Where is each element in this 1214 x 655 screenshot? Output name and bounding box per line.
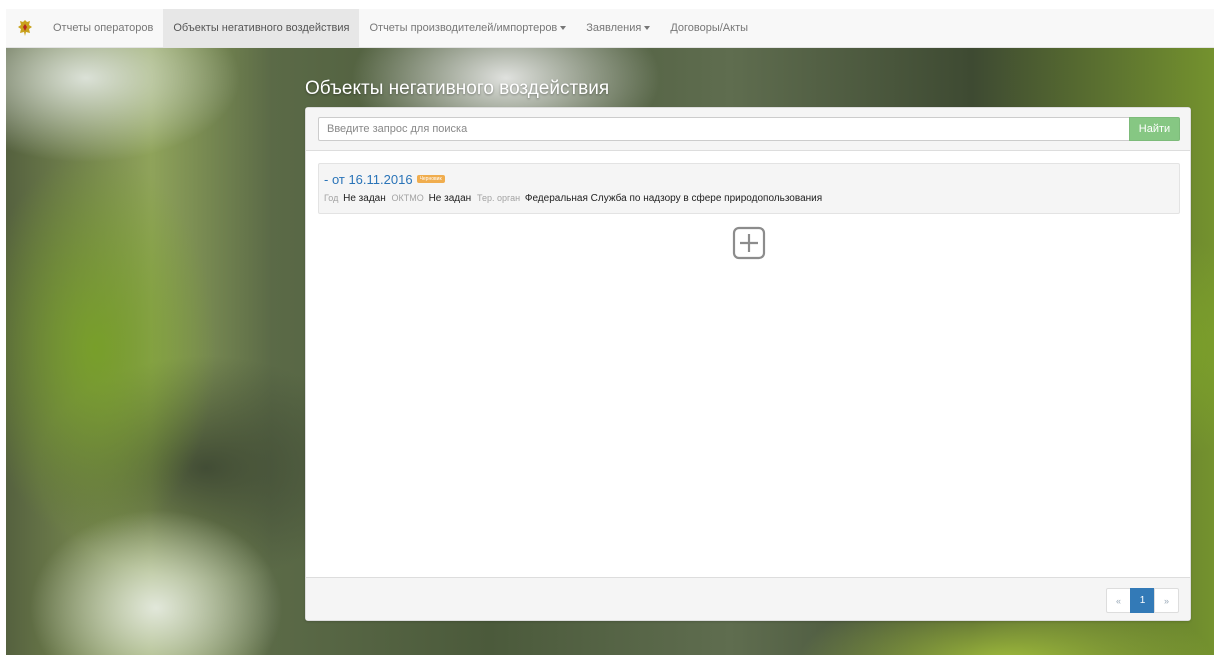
status-badge: Черновик — [416, 175, 445, 183]
year-label: Год — [324, 193, 339, 203]
chevron-down-icon — [644, 26, 651, 30]
search-bar: Найти — [306, 108, 1190, 151]
nav-item-producer-reports[interactable]: Отчеты производителей/импортеров — [359, 9, 576, 47]
year-value: Не задан — [343, 193, 386, 204]
app-window: Отчеты операторов Объекты негативного во… — [0, 0, 1214, 655]
nav-item-label: Отчеты операторов — [53, 22, 154, 34]
record-title-row: - от 16.11.2016 Черновик — [324, 172, 445, 187]
search-input[interactable] — [318, 117, 1130, 141]
panel-footer: « 1 » — [306, 577, 1190, 620]
nav-item-label: Договоры/Акты — [670, 22, 749, 34]
nav-item-label: Заявления — [586, 22, 642, 34]
brand-logo[interactable] — [6, 9, 43, 47]
top-navbar: Отчеты операторов Объекты негативного во… — [6, 9, 1214, 48]
emblem-icon — [17, 20, 32, 36]
org-label: Тер. орган — [477, 193, 521, 203]
nav-item-contracts[interactable]: Договоры/Акты — [660, 9, 758, 47]
pagination-page-current[interactable]: 1 — [1130, 588, 1155, 613]
org-value: Федеральная Служба по надзору в сфере пр… — [524, 193, 823, 204]
add-object-button[interactable] — [732, 226, 766, 260]
nav-item-operator-reports[interactable]: Отчеты операторов — [43, 9, 163, 47]
oktmo-value: Не задан — [428, 193, 472, 204]
record-title-link[interactable]: - от 16.11.2016 — [324, 172, 413, 187]
page-title: Объекты негативного воздействия — [305, 78, 610, 99]
nav-item-applications[interactable]: Заявления — [576, 9, 660, 47]
nav-item-label: Отчеты производителей/импортеров — [369, 22, 558, 34]
pagination-prev[interactable]: « — [1106, 588, 1131, 613]
pagination: « 1 » — [1106, 588, 1179, 613]
list-item[interactable]: - от 16.11.2016 Черновик Год Не задан ОКТ… — [318, 163, 1180, 214]
record-meta: Год Не задан ОКТМО Не задан Тер. орган Ф… — [324, 193, 825, 204]
pagination-next[interactable]: » — [1154, 588, 1179, 613]
nav-item-label: Объекты негативного воздействия — [173, 22, 350, 34]
plus-square-icon — [732, 226, 766, 260]
search-button[interactable]: Найти — [1129, 117, 1180, 141]
chevron-down-icon — [560, 26, 567, 30]
nav-item-negative-impact-objects[interactable]: Объекты негативного воздействия — [163, 9, 360, 47]
objects-panel: Найти - от 16.11.2016Черновик Год Не зад… — [305, 107, 1191, 621]
oktmo-label: ОКТМО — [391, 193, 424, 203]
